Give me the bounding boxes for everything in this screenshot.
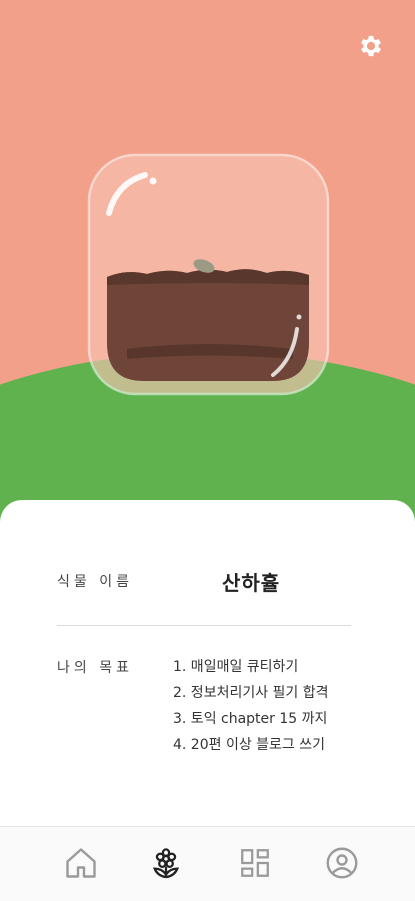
dashboard-icon <box>241 849 269 877</box>
plant-scene <box>0 0 415 540</box>
flower-icon <box>152 848 180 879</box>
nav-profile[interactable] <box>320 841 364 885</box>
profile-icon <box>326 847 358 879</box>
goal-item: 2. 정보처리기사 필기 합격 <box>173 685 329 701</box>
plant-name-label: 식물 이름 <box>57 574 133 590</box>
goal-item: 1. 매일매일 큐티하기 <box>173 659 299 675</box>
divider <box>57 625 351 626</box>
goal-item: 4. 20편 이상 블로그 쓰기 <box>173 737 326 753</box>
plant-name-value: 산하휼 <box>222 571 281 595</box>
nav-plant[interactable] <box>144 841 188 885</box>
goals-list: 1. 매일매일 큐티하기 2. 정보처리기사 필기 합격 3. 토익 chapt… <box>173 657 329 761</box>
nav-dashboard[interactable] <box>233 841 277 885</box>
goal-item: 3. 토익 chapter 15 까지 <box>173 711 328 727</box>
goals-label: 나의 목표 <box>57 660 133 676</box>
bottom-nav <box>0 826 415 901</box>
home-icon <box>66 848 96 878</box>
nav-home[interactable] <box>59 841 103 885</box>
plant-jar[interactable] <box>87 153 330 396</box>
settings-gear-icon[interactable] <box>357 32 385 60</box>
